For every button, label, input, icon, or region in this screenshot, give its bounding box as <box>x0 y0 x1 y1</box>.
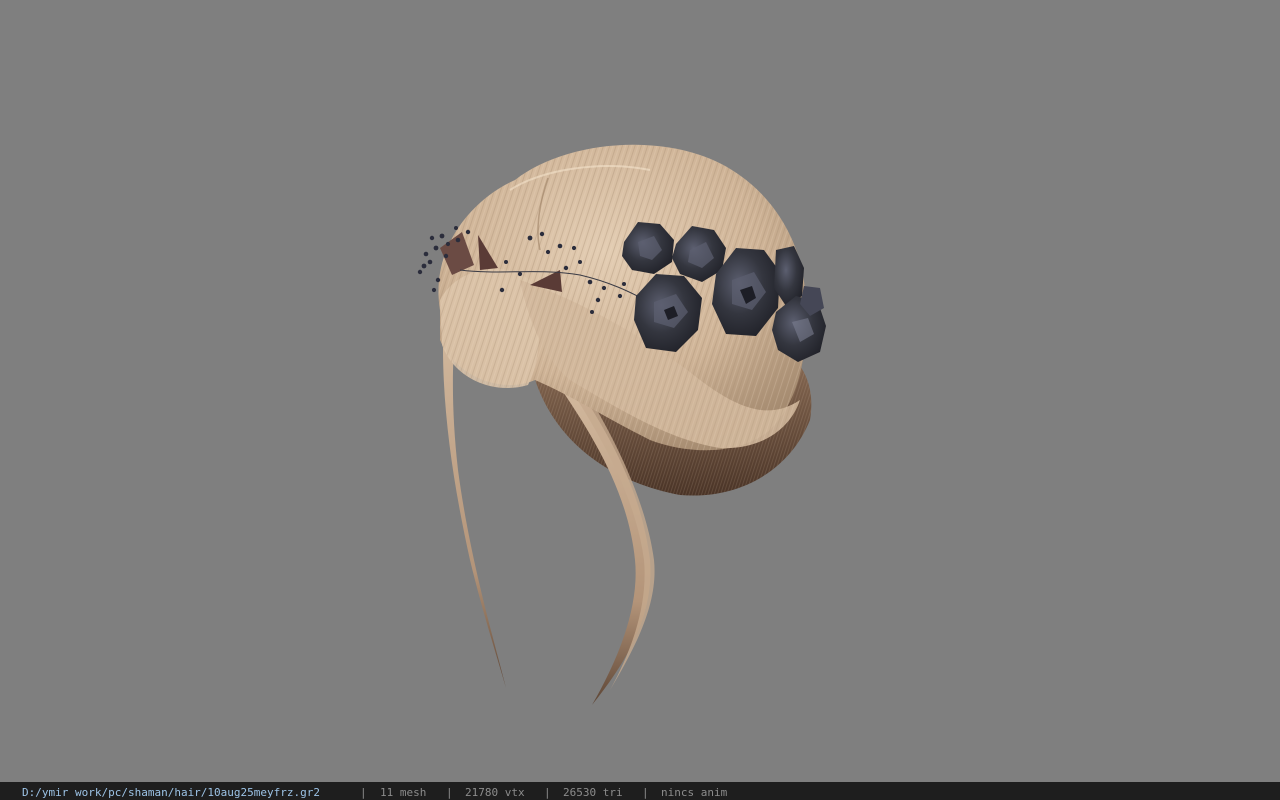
separator: | <box>642 786 649 799</box>
vertex-count-label: 21780 vtx <box>465 786 525 799</box>
separator: | <box>360 786 367 799</box>
separator: | <box>446 786 453 799</box>
triangle-count-label: 26530 tri <box>563 786 623 799</box>
separator: | <box>544 786 551 799</box>
mesh-count-label: 11 mesh <box>380 786 427 799</box>
3d-viewport[interactable] <box>0 0 1280 782</box>
animation-status-label: nincs anim <box>661 786 728 799</box>
file-path-label: D:/ymir work/pc/shaman/hair/10aug25meyfr… <box>22 786 321 799</box>
hair-model-render <box>417 144 826 705</box>
status-bar: D:/ymir work/pc/shaman/hair/10aug25meyfr… <box>0 782 1280 800</box>
